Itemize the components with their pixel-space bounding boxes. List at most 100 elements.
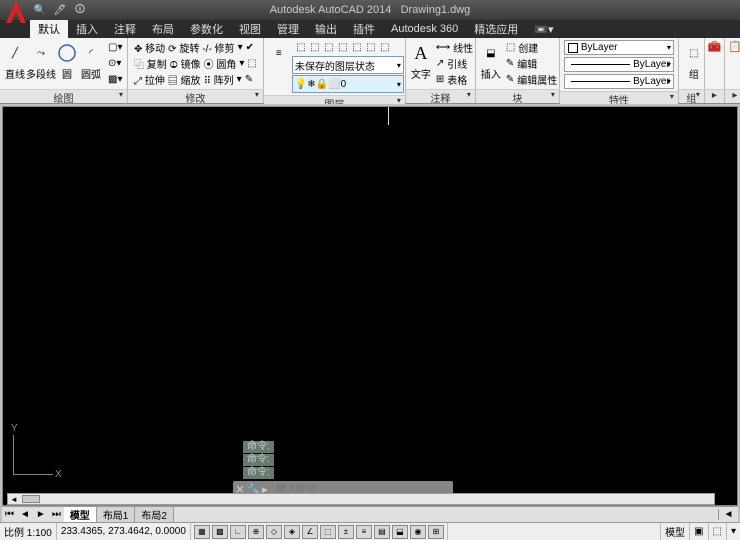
model-tab[interactable]: 模型 — [64, 507, 97, 522]
mod-extra2-icon[interactable]: ⬚ — [247, 58, 256, 69]
ducs-toggle[interactable]: ⬚ — [320, 525, 336, 539]
draw-extra3-icon[interactable]: ▩▾ — [106, 72, 124, 87]
layout2-tab[interactable]: 布局2 — [135, 507, 174, 522]
qat-pen-icon[interactable]: 🖊 — [52, 2, 68, 18]
qat-search-icon[interactable]: 🔍 — [32, 2, 48, 18]
layer-tool-icon[interactable]: ⬚ — [294, 41, 308, 55]
expand-icon[interactable]: ▾ — [696, 90, 700, 99]
draw-extra1-icon[interactable]: ▢▾ — [106, 40, 124, 55]
layer-tool-icon[interactable]: ⬚ — [378, 41, 392, 55]
tpy-toggle[interactable]: ▤ — [374, 525, 390, 539]
grid-toggle[interactable]: ▩ — [212, 525, 228, 539]
panel-collapsed-1[interactable]: 🧰▸ — [705, 38, 725, 103]
snap-toggle[interactable]: ▦ — [194, 525, 210, 539]
color-combo[interactable]: ByLayer▾ — [564, 40, 674, 55]
layer-tool-icon[interactable]: ⬚ — [308, 41, 322, 55]
polar-toggle[interactable]: ⊕ — [248, 525, 264, 539]
tab-insert[interactable]: 插入 — [68, 20, 106, 38]
rotate-button[interactable]: ⟳ 旋转 — [168, 40, 199, 55]
mod-extra1-icon[interactable]: ✔ — [246, 42, 254, 53]
tab-plugins[interactable]: 插件 — [345, 20, 383, 38]
scale-button[interactable]: ▤ 缩放 — [168, 72, 201, 87]
qp-toggle[interactable]: ⬓ — [392, 525, 408, 539]
layout1-tab[interactable]: 布局1 — [97, 507, 136, 522]
qat-info-icon[interactable]: 🛈 — [72, 2, 88, 18]
copy-button[interactable]: ⿻ 复制 — [134, 56, 167, 71]
drawing-canvas[interactable]: Y X 命令: 命令: 命令: ✕ 🔧 ▸_ ◄ — [2, 106, 738, 506]
dyn-toggle[interactable]: ± — [338, 525, 354, 539]
block-edit-button[interactable]: ✎ 编辑 — [504, 56, 559, 71]
tab-annotate[interactable]: 注释 — [106, 20, 144, 38]
status-tray3-icon[interactable]: ▾ — [726, 523, 740, 540]
array-button[interactable]: ⠿ 阵列 — [204, 72, 234, 87]
arc-button[interactable]: ◜圆弧 — [80, 40, 102, 81]
expand-icon[interactable]: ▾ — [467, 90, 471, 99]
insert-block-button[interactable]: ⬓插入 — [480, 40, 502, 81]
status-tray1-icon[interactable]: ▣ — [689, 523, 707, 540]
tab-view[interactable]: 视图 — [231, 20, 269, 38]
tab-output[interactable]: 输出 — [307, 20, 345, 38]
dd3-icon[interactable]: ▾ — [237, 74, 242, 85]
tab-nav-first-icon[interactable]: ⏮ — [2, 509, 17, 520]
circle-button[interactable]: 圆 — [56, 40, 78, 81]
tab-nav-next-icon[interactable]: ► — [33, 509, 49, 520]
linetype-combo[interactable]: ByLayer▾ — [564, 74, 674, 89]
3dosnap-toggle[interactable]: ◈ — [284, 525, 300, 539]
text-button[interactable]: A文字 — [410, 40, 432, 81]
move-button[interactable]: ✥ 移动 — [134, 40, 165, 55]
group-button[interactable]: ⬚组 — [683, 40, 705, 81]
expand-icon[interactable]: ▾ — [670, 92, 674, 101]
tab-autodesk360[interactable]: Autodesk 360 — [383, 20, 466, 38]
table-button[interactable]: ⊞ 表格 — [434, 72, 475, 87]
stretch-button[interactable]: ⤢ 拉伸 — [134, 72, 165, 87]
tab-nav-prev-icon[interactable]: ◄ — [17, 509, 33, 520]
am-toggle[interactable]: ⊞ — [428, 525, 444, 539]
mirror-button[interactable]: ⦹ 镜像 — [170, 56, 201, 71]
layer-tool-icon[interactable]: ⬚ — [336, 41, 350, 55]
tab-parametric[interactable]: 参数化 — [182, 20, 231, 38]
ortho-toggle[interactable]: ∟ — [230, 525, 246, 539]
trim-button[interactable]: -/- 修剪 — [202, 40, 234, 55]
tab-layout[interactable]: 布局 — [144, 20, 182, 38]
dd1-icon[interactable]: ▾ — [238, 42, 243, 53]
expand-icon[interactable]: ▾ — [119, 90, 123, 99]
app-logo[interactable] — [4, 0, 28, 25]
draw-extra2-icon[interactable]: ⊙▾ — [106, 56, 124, 71]
lineweight-combo[interactable]: ByLayer▾ — [564, 57, 674, 72]
panel-collapsed-2[interactable]: 📋▸ — [725, 38, 740, 103]
expand-icon[interactable]: ▾ — [551, 90, 555, 99]
dim-linear-button[interactable]: ⟷ 线性 — [434, 40, 475, 55]
leader-button[interactable]: ↗ 引线 — [434, 56, 475, 71]
mod-extra3-icon[interactable]: ✎ — [245, 74, 253, 85]
otrack-toggle[interactable]: ∠ — [302, 525, 318, 539]
tab-expand-icon[interactable]: 📼▾ — [526, 20, 561, 38]
layer-tool-icon[interactable]: ⬚ — [350, 41, 364, 55]
fillet-button[interactable]: ⦿ 圆角 — [204, 56, 237, 71]
scroll-thumb[interactable] — [22, 495, 40, 503]
layer-properties-button[interactable]: ≡ — [268, 40, 290, 64]
status-model-label[interactable]: 模型 — [660, 523, 689, 540]
layer-tool-icon[interactable]: ⬚ — [364, 41, 378, 55]
layer-current-combo[interactable]: 💡 ❄ 🔒 ⬜ 0▾ — [292, 75, 404, 93]
scroll-left-icon[interactable]: ◄ — [8, 495, 20, 504]
line-button[interactable]: ╱直线 — [4, 40, 26, 81]
status-tray2-icon[interactable]: ⬚ — [708, 523, 726, 540]
block-editattr-button[interactable]: ✎ 编辑属性 — [504, 72, 559, 87]
tab-default[interactable]: 默认 — [30, 20, 68, 38]
expand-icon[interactable]: ▾ — [255, 90, 259, 99]
tab-nav-last-icon[interactable]: ⏭ — [49, 509, 64, 520]
dd2-icon[interactable]: ▾ — [239, 58, 244, 69]
tab-manage[interactable]: 管理 — [269, 20, 307, 38]
block-create-button[interactable]: ⬚ 创建 — [504, 40, 559, 55]
polyline-button[interactable]: ⤳多段线 — [28, 40, 54, 81]
scroll-left2-icon[interactable]: ◄ — [718, 509, 738, 520]
horizontal-scrollbar[interactable]: ◄ — [7, 493, 715, 505]
sc-toggle[interactable]: ◉ — [410, 525, 426, 539]
osnap-toggle[interactable]: ◇ — [266, 525, 282, 539]
layer-state-combo[interactable]: 未保存的图层状态▾ — [292, 56, 404, 74]
layer-tool-icon[interactable]: ⬚ — [322, 41, 336, 55]
panel-block-title: 块▾ — [476, 89, 559, 103]
status-scale[interactable]: 比例 1:100 — [0, 523, 57, 540]
tab-featured[interactable]: 精选应用 — [466, 20, 526, 38]
lwt-toggle[interactable]: ≡ — [356, 525, 372, 539]
